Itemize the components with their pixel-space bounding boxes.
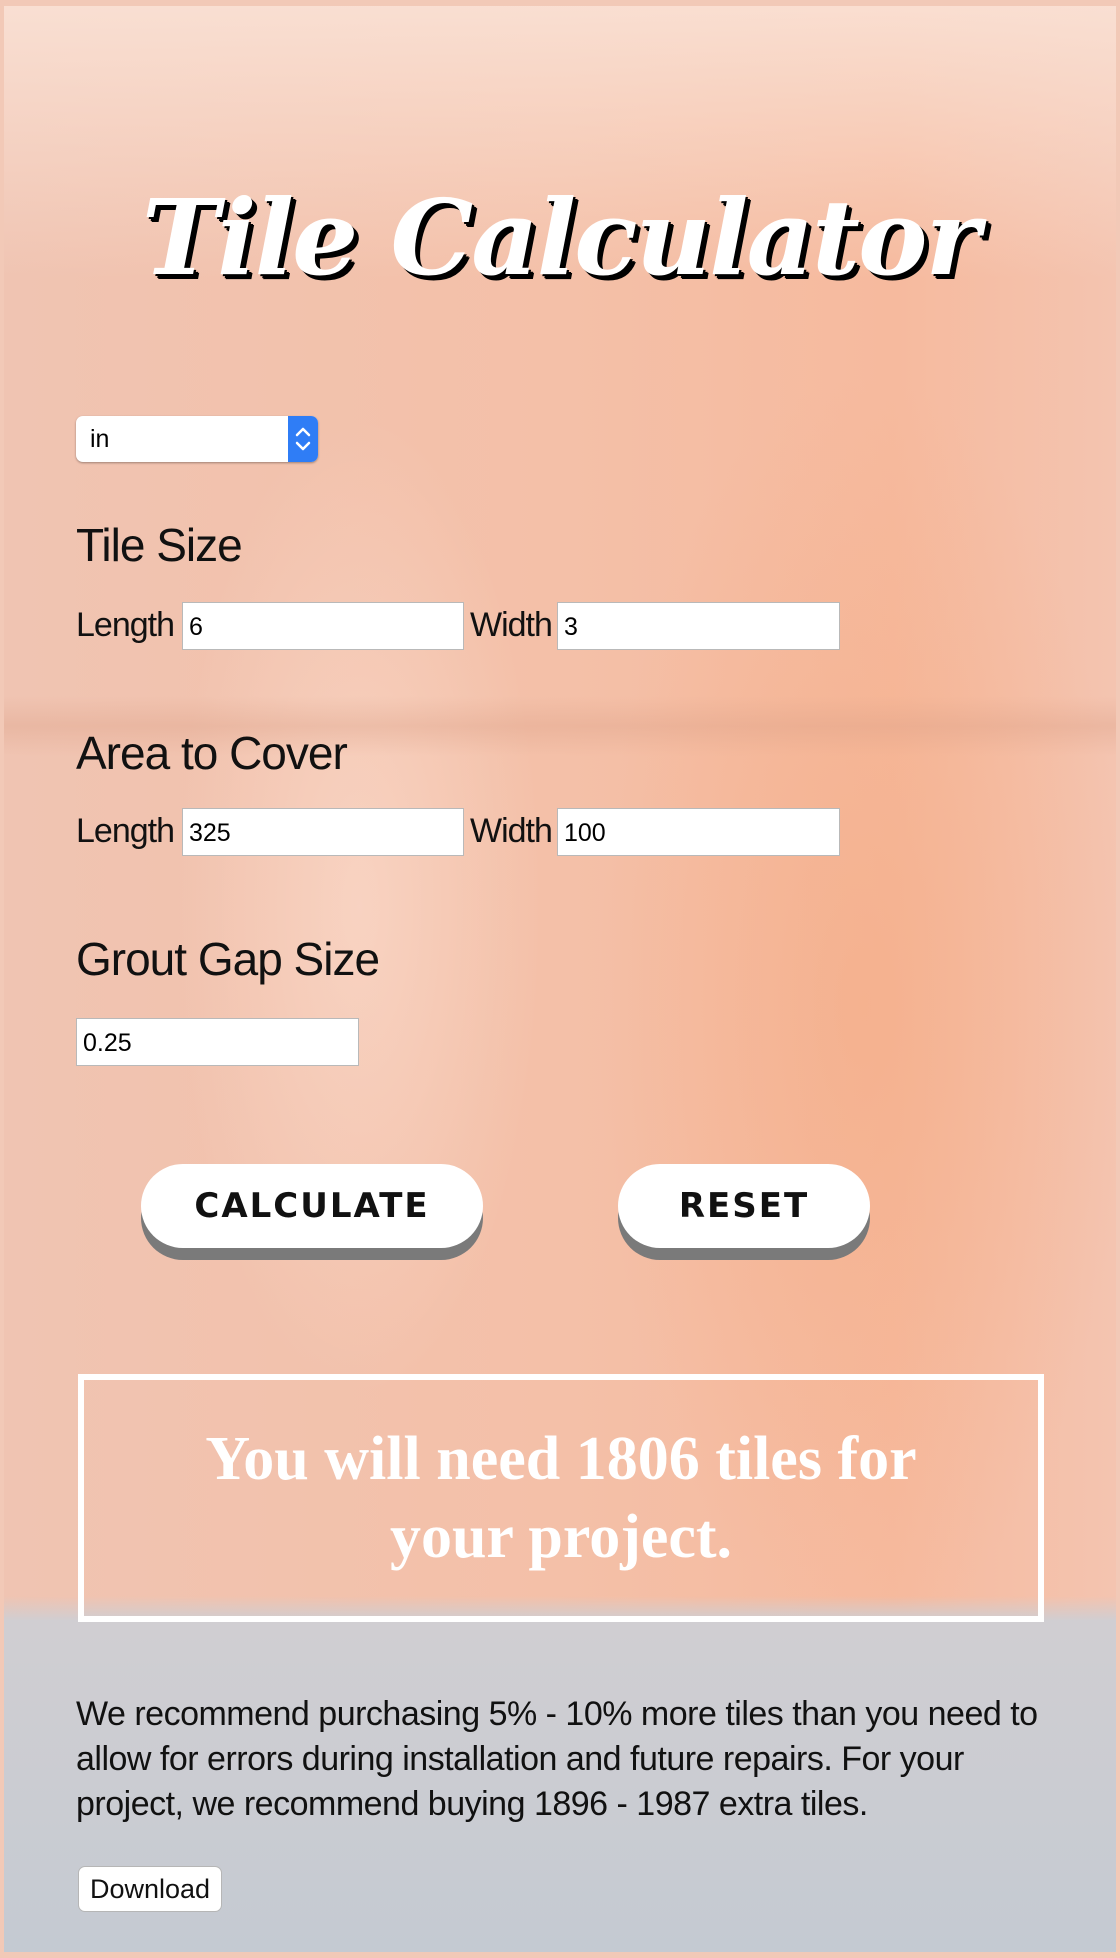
area-width-label: Width <box>470 812 553 850</box>
tile-size-heading: Tile Size <box>76 519 243 571</box>
unit-select[interactable]: in <box>76 416 318 462</box>
area-length-label: Length <box>76 812 175 850</box>
area-width-input[interactable]: 100 <box>557 808 840 856</box>
grout-gap-input[interactable]: 0.25 <box>76 1018 359 1066</box>
page-title: Tile Calculator <box>141 176 980 299</box>
reset-button[interactable]: RESET <box>618 1164 870 1248</box>
grout-heading: Grout Gap Size <box>76 933 380 985</box>
area-length-input[interactable]: 325 <box>182 808 464 856</box>
recommendation-text: We recommend purchasing 5% - 10% more ti… <box>76 1695 1038 1823</box>
tile-length-label: Length <box>76 606 175 644</box>
tile-length-input[interactable]: 6 <box>182 602 464 650</box>
result-box: You will need 1806 tiles for your projec… <box>78 1374 1044 1622</box>
download-button[interactable]: Download <box>78 1866 222 1912</box>
unit-select-value: in <box>90 425 110 453</box>
select-arrows-icon <box>288 416 318 462</box>
area-heading: Area to Cover <box>76 727 348 779</box>
calculate-button[interactable]: CALCULATE <box>141 1164 483 1248</box>
result-message: You will need 1806 tiles for your projec… <box>205 1425 917 1571</box>
tile-width-input[interactable]: 3 <box>557 602 840 650</box>
tile-calculator-page: Tile Calculator in Tile Size Length 6 Wi… <box>4 6 1116 1952</box>
tile-width-label: Width <box>470 606 553 644</box>
